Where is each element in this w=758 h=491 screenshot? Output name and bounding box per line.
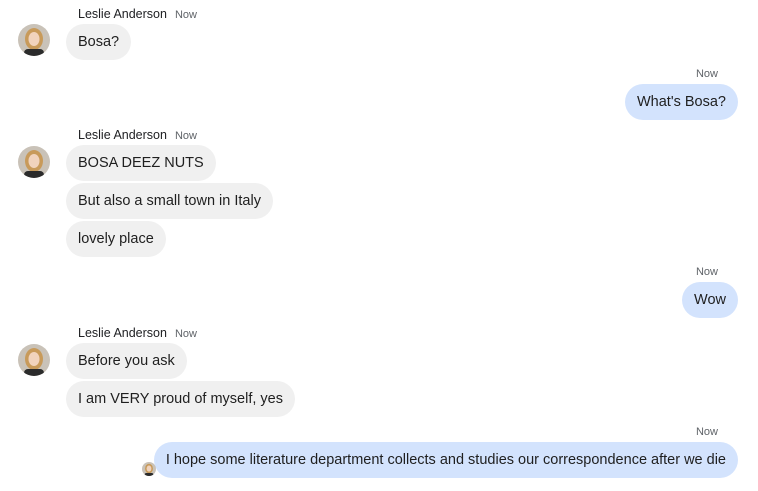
sender-header: Leslie Anderson Now xyxy=(78,128,197,142)
sender-name: Leslie Anderson xyxy=(78,128,167,142)
sender-header: Leslie Anderson Now xyxy=(78,7,197,21)
read-receipt-avatar xyxy=(142,462,156,476)
incoming-message[interactable]: lovely place xyxy=(66,221,166,257)
incoming-message[interactable]: Bosa? xyxy=(66,24,132,60)
message-timestamp: Now xyxy=(695,266,718,278)
outgoing-message[interactable]: Wow xyxy=(682,282,738,318)
incoming-message[interactable]: I am VERY proud of myself, yes xyxy=(66,381,295,417)
sender-name: Leslie Anderson xyxy=(78,7,167,21)
message-timestamp: Now xyxy=(174,9,197,21)
message-timestamp: Now xyxy=(174,130,197,142)
contact-avatar[interactable] xyxy=(18,24,50,56)
message-timestamp: Now xyxy=(174,328,197,340)
contact-avatar[interactable] xyxy=(18,344,50,376)
outgoing-message[interactable]: I hope some literature department collec… xyxy=(153,442,738,478)
incoming-message[interactable]: But also a small town in Italy xyxy=(66,183,273,219)
sender-name: Leslie Anderson xyxy=(78,326,167,340)
sender-header: Leslie Anderson Now xyxy=(78,326,197,340)
incoming-message[interactable]: Before you ask xyxy=(66,343,187,379)
message-timestamp: Now xyxy=(695,426,718,438)
outgoing-message[interactable]: What's Bosa? xyxy=(624,84,738,120)
message-timestamp: Now xyxy=(695,68,718,80)
incoming-message[interactable]: BOSA DEEZ NUTS xyxy=(66,145,216,181)
contact-avatar[interactable] xyxy=(18,146,50,178)
